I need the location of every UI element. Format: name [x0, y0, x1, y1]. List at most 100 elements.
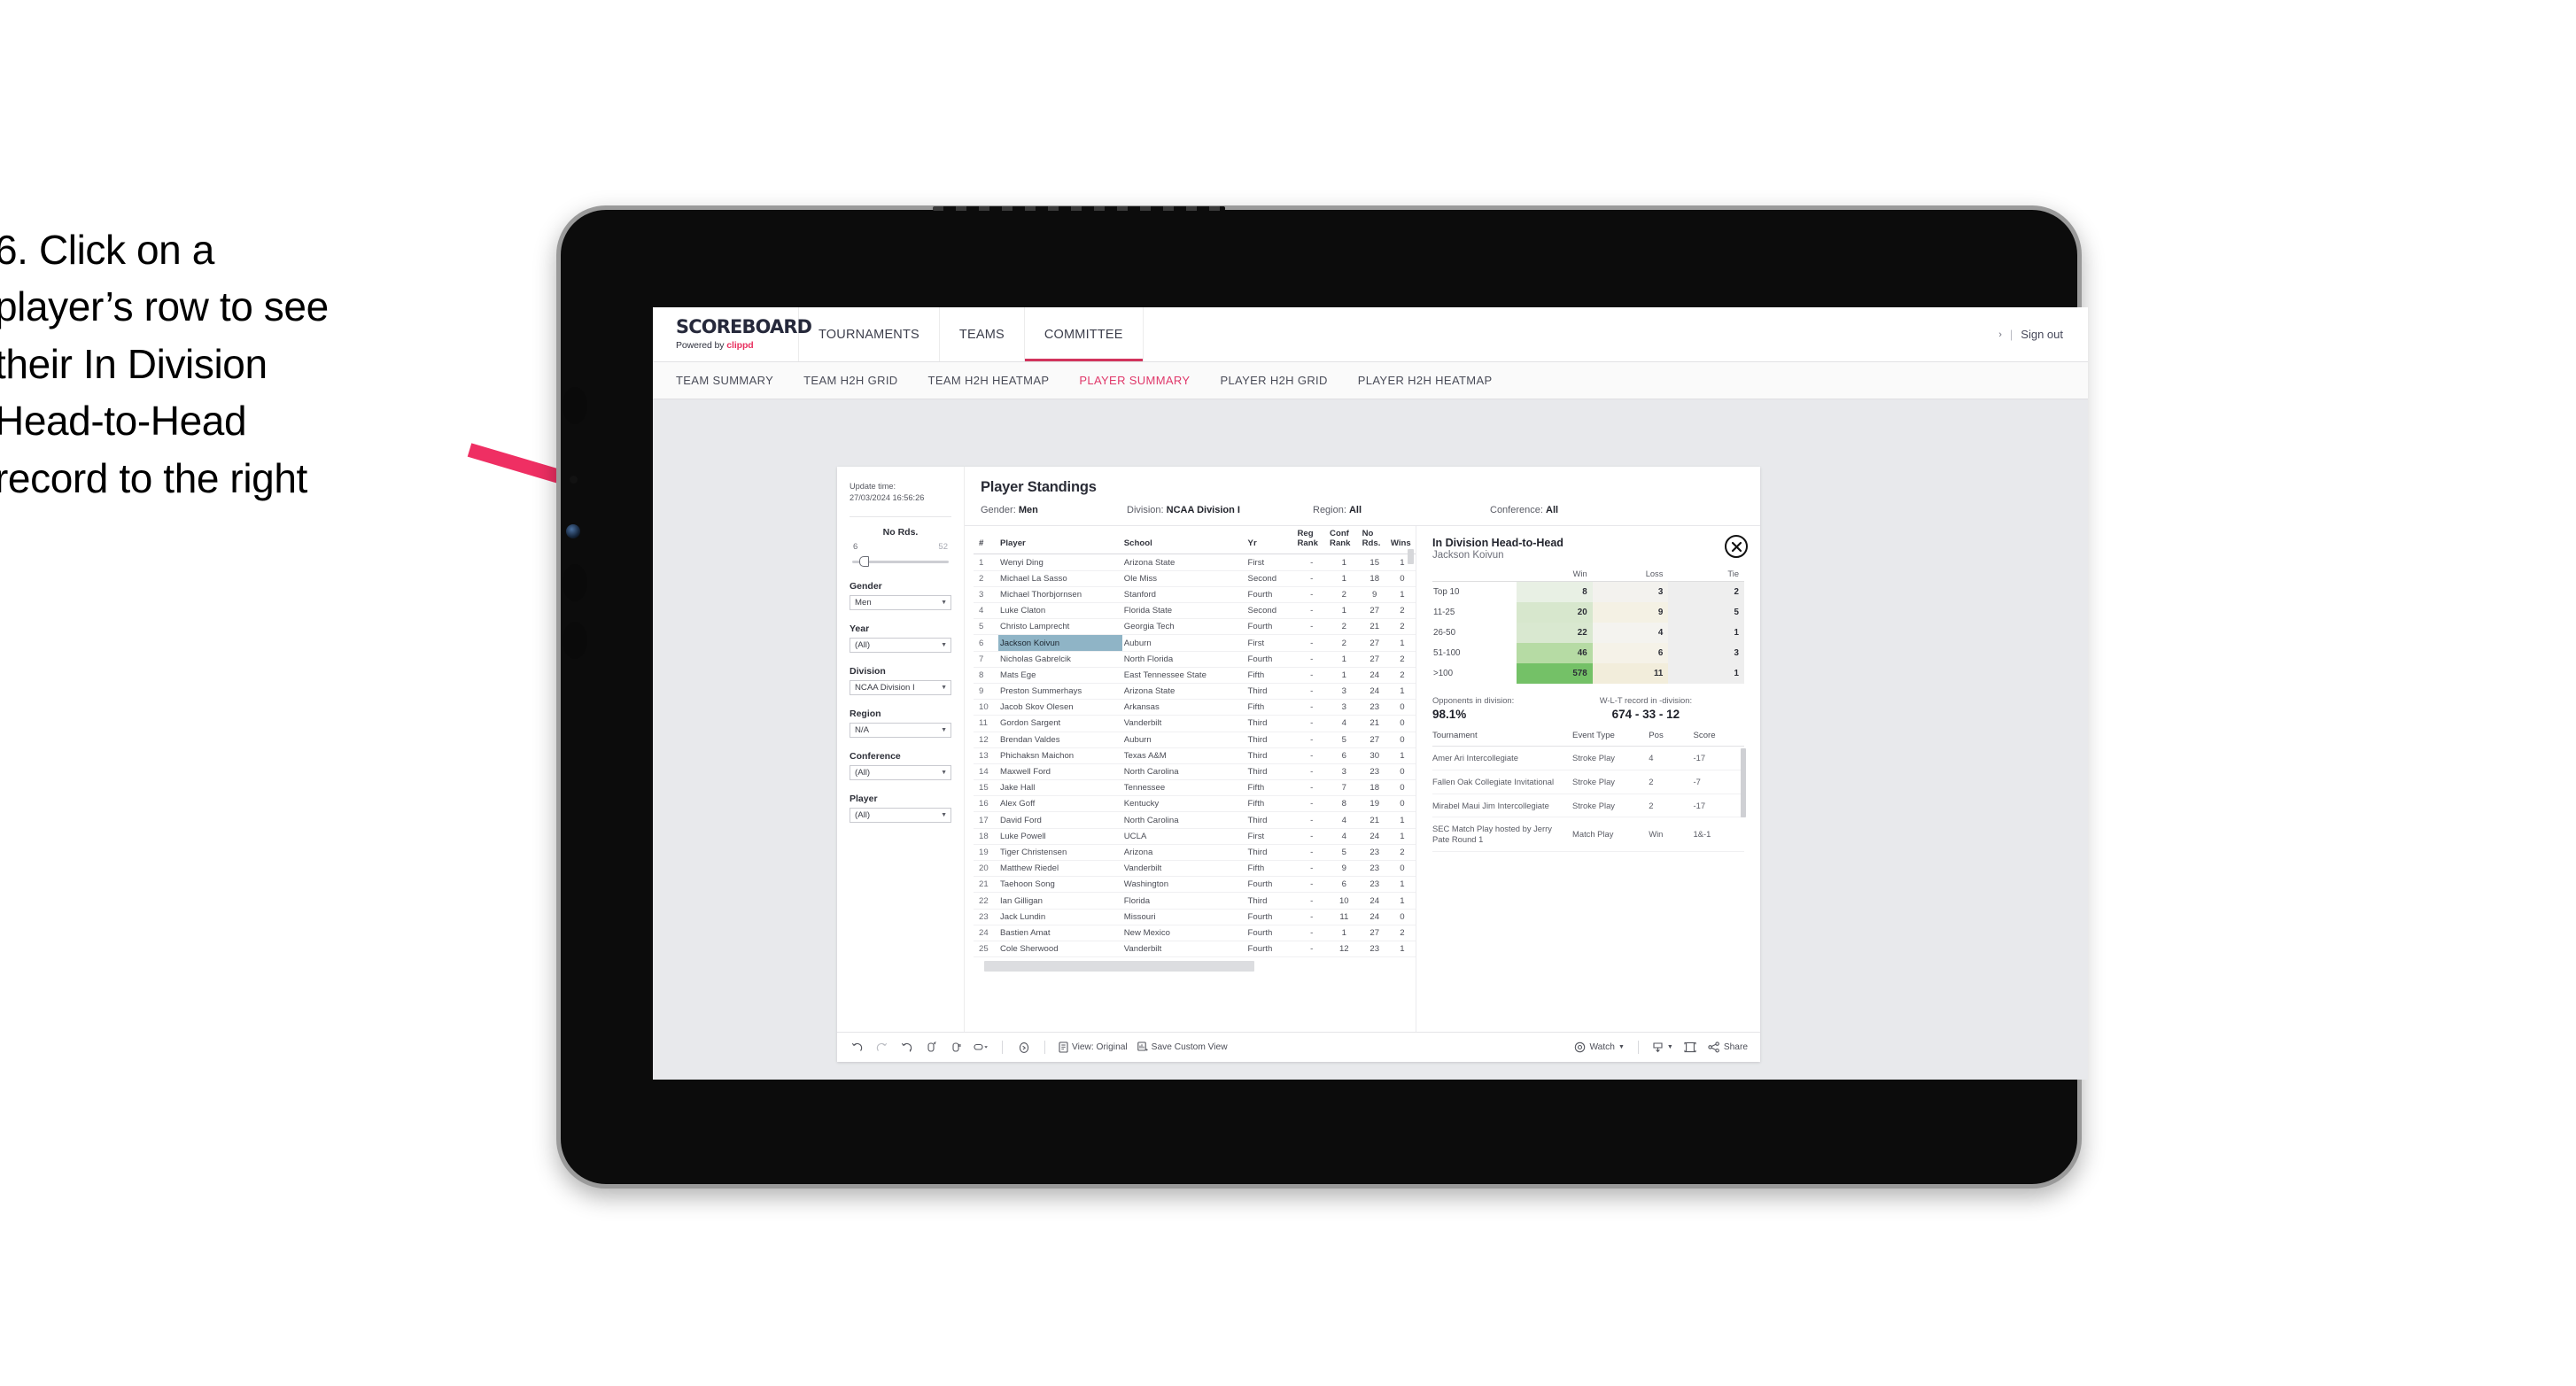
h2h-player-name: Jackson Koivun: [1432, 550, 1504, 561]
tournament-row[interactable]: SEC Match Play hosted by Jerry Pate Roun…: [1432, 817, 1744, 852]
fullscreen-icon[interactable]: [1683, 1040, 1698, 1055]
table-row[interactable]: 15 Jake Hall Tennessee Fifth -7 18 0: [974, 779, 1416, 797]
filter-group-player: Player (All) ▼: [850, 794, 951, 823]
filter-select-player[interactable]: (All) ▼: [850, 807, 951, 823]
table-horizontal-scrollbar[interactable]: [984, 961, 1254, 972]
cell-school: Florida State: [1121, 602, 1246, 620]
table-row[interactable]: 5 Christo Lamprecht Georgia Tech Fourth -2 21…: [974, 618, 1416, 636]
table-row[interactable]: 13 Phichaksn Maichon Texas A&M Third -6 30 1: [974, 747, 1416, 764]
view-original-button[interactable]: View: Original: [1059, 1041, 1128, 1053]
cell-rank: 19: [974, 844, 998, 862]
table-row[interactable]: 1 Wenyi Ding Arizona State First -1 15 1: [974, 554, 1416, 571]
share-button[interactable]: Share: [1708, 1041, 1748, 1053]
subtab-player-summary[interactable]: PLAYER SUMMARY: [1079, 374, 1190, 387]
col-player[interactable]: Player: [997, 526, 1122, 555]
filter-select-conference[interactable]: (All) ▼: [850, 764, 951, 780]
filter-select-gender[interactable]: Men ▼: [850, 594, 951, 610]
undo-icon[interactable]: [850, 1040, 865, 1055]
col-conf-rank[interactable]: Conf Rank: [1328, 526, 1361, 555]
device-button-top[interactable]: [563, 387, 587, 424]
nav-tab-committee[interactable]: COMMITTEE: [1025, 307, 1144, 361]
table-row[interactable]: 25 Cole Sherwood Vanderbilt Fourth -12 23 1: [974, 941, 1416, 958]
table-row[interactable]: 10 Jacob Skov Olesen Arkansas Fifth -3 23 0: [974, 699, 1416, 716]
cell-year: Third: [1245, 844, 1296, 862]
table-row[interactable]: 8 Mats Ege East Tennessee State Fifth -1 24 2: [974, 667, 1416, 684]
cell-player: Michael La Sasso: [997, 570, 1122, 587]
cell-rank: 15: [974, 779, 998, 797]
table-row[interactable]: 19 Tiger Christensen Arizona Third -5 23 2: [974, 844, 1416, 862]
col-rank[interactable]: #: [974, 526, 998, 555]
close-circle-icon[interactable]: [1725, 535, 1748, 558]
table-row[interactable]: 24 Bastien Amat New Mexico Fourth -1 27 2: [974, 925, 1416, 941]
tablet-screen: SCOREBOARD Powered by clippd TOURNAMENTS…: [653, 307, 2088, 1080]
table-row[interactable]: 14 Maxwell Ford North Carolina Third -3 23 0: [974, 763, 1416, 781]
table-row[interactable]: 3 Michael Thorbjornsen Stanford Fourth -2 9 1: [974, 586, 1416, 604]
volume-down-button[interactable]: [563, 622, 587, 659]
meta-division-label: Division:: [1127, 505, 1164, 515]
redo-icon[interactable]: [874, 1040, 889, 1055]
slider-handle[interactable]: [859, 555, 869, 567]
clear-sheet-icon[interactable]: [1016, 1040, 1031, 1055]
col-school[interactable]: School: [1121, 526, 1246, 555]
subtab-team-summary[interactable]: TEAM SUMMARY: [676, 374, 773, 387]
tournament-row[interactable]: Fallen Oak Collegiate Invitational Stroke…: [1432, 770, 1744, 794]
tcell-type: Stroke Play: [1572, 794, 1649, 818]
table-row[interactable]: 18 Luke Powell UCLA First -4 24 1: [974, 828, 1416, 845]
table-row[interactable]: 20 Matthew Riedel Vanderbilt Fifth -9 23 0: [974, 860, 1416, 878]
filter-select-region[interactable]: N/A ▼: [850, 722, 951, 738]
h2h-row: 11-25 20 9 5: [1432, 602, 1744, 623]
subtab-player-h2h-grid[interactable]: PLAYER H2H GRID: [1220, 374, 1327, 387]
cell-year: Third: [1245, 683, 1296, 701]
filter-select-year[interactable]: (All) ▼: [850, 637, 951, 653]
table-vertical-scrollbar[interactable]: [1408, 549, 1414, 564]
nav-tab-teams[interactable]: TEAMS: [940, 307, 1025, 361]
revert-icon[interactable]: [899, 1040, 914, 1055]
tournament-scrollbar[interactable]: [1741, 748, 1746, 817]
refresh-data-icon[interactable]: [924, 1040, 939, 1055]
table-row[interactable]: 12 Brendan Valdes Auburn Third -5 27 0: [974, 732, 1416, 748]
table-row[interactable]: 11 Gordon Sargent Vanderbilt Third -4 21 0: [974, 715, 1416, 732]
device-layout-icon[interactable]: [974, 1040, 989, 1055]
cell-year: Fourth: [1245, 651, 1296, 668]
col-year[interactable]: Yr: [1245, 526, 1296, 555]
table-row[interactable]: 9 Preston Summerhays Arizona State Third -3 2…: [974, 683, 1416, 701]
h2h-stats-row: Opponents in division: 98.1% W-L-T recor…: [1432, 695, 1744, 721]
brand-logo[interactable]: SCOREBOARD Powered by clippd: [653, 307, 812, 361]
cell-school: Vanderbilt: [1121, 941, 1246, 958]
table-row[interactable]: 4 Luke Claton Florida State Second -1 27 2: [974, 602, 1416, 620]
save-custom-view-button[interactable]: Save Custom View: [1137, 1041, 1228, 1053]
tournament-table: Tournament Event Type Pos Score Amer Ari…: [1432, 731, 1744, 852]
cell-school: North Carolina: [1121, 763, 1246, 781]
subtab-player-h2h-heatmap[interactable]: PLAYER H2H HEATMAP: [1358, 374, 1493, 387]
cell-player: Jackson Koivun: [997, 634, 1122, 652]
table-row[interactable]: 23 Jack Lundin Missouri Fourth -11 24 0: [974, 909, 1416, 925]
top-navigation-bar: SCOREBOARD Powered by clippd TOURNAMENTS…: [653, 307, 2088, 362]
cell-year: Fourth: [1245, 876, 1296, 894]
subtab-team-h2h-heatmap[interactable]: TEAM H2H HEATMAP: [928, 374, 1050, 387]
download-button[interactable]: ▼: [1652, 1041, 1673, 1053]
cell-rank: 3: [974, 586, 998, 604]
table-row[interactable]: 7 Nicholas Gabrelcik North Florida Fourth -1…: [974, 651, 1416, 668]
filter-select-division[interactable]: NCAA Division I ▼: [850, 679, 951, 695]
table-row[interactable]: 21 Taehoon Song Washington Fourth -6 23 1: [974, 876, 1416, 894]
sign-out-link[interactable]: Sign out: [2021, 328, 2063, 341]
table-row[interactable]: 17 David Ford North Carolina Third -4 21 1: [974, 811, 1416, 829]
watch-button[interactable]: Watch ▼: [1574, 1041, 1625, 1053]
subtab-team-h2h-grid[interactable]: TEAM H2H GRID: [803, 374, 897, 387]
volume-up-button[interactable]: [563, 564, 587, 601]
pause-updates-icon[interactable]: [949, 1040, 964, 1055]
nav-tab-tournaments[interactable]: TOURNAMENTS: [799, 307, 940, 361]
table-row[interactable]: 6 Jackson Koivun Auburn First -2 27 1: [974, 634, 1416, 652]
table-row[interactable]: 2 Michael La Sasso Ole Miss Second -1 18 0: [974, 570, 1416, 587]
h2h-col-win: Win: [1517, 569, 1593, 582]
h2h-cell-tie: 1: [1668, 623, 1744, 643]
col-reg-rank[interactable]: Reg Rank: [1295, 526, 1329, 555]
chevron-right-icon[interactable]: ›: [1998, 329, 2002, 340]
no-rounds-slider[interactable]: [852, 555, 949, 568]
tournament-row[interactable]: Mirabel Maui Jim Intercollegiate Stroke P…: [1432, 794, 1744, 818]
col-no-rounds[interactable]: No Rds.: [1360, 526, 1389, 555]
table-row[interactable]: 16 Alex Goff Kentucky Fifth -8 19 0: [974, 795, 1416, 813]
cell-no-rounds: 24: [1360, 892, 1389, 910]
table-row[interactable]: 22 Ian Gilligan Florida Third -10 24 1: [974, 892, 1416, 910]
tournament-row[interactable]: Amer Ari Intercollegiate Stroke Play 4 -17: [1432, 746, 1744, 770]
